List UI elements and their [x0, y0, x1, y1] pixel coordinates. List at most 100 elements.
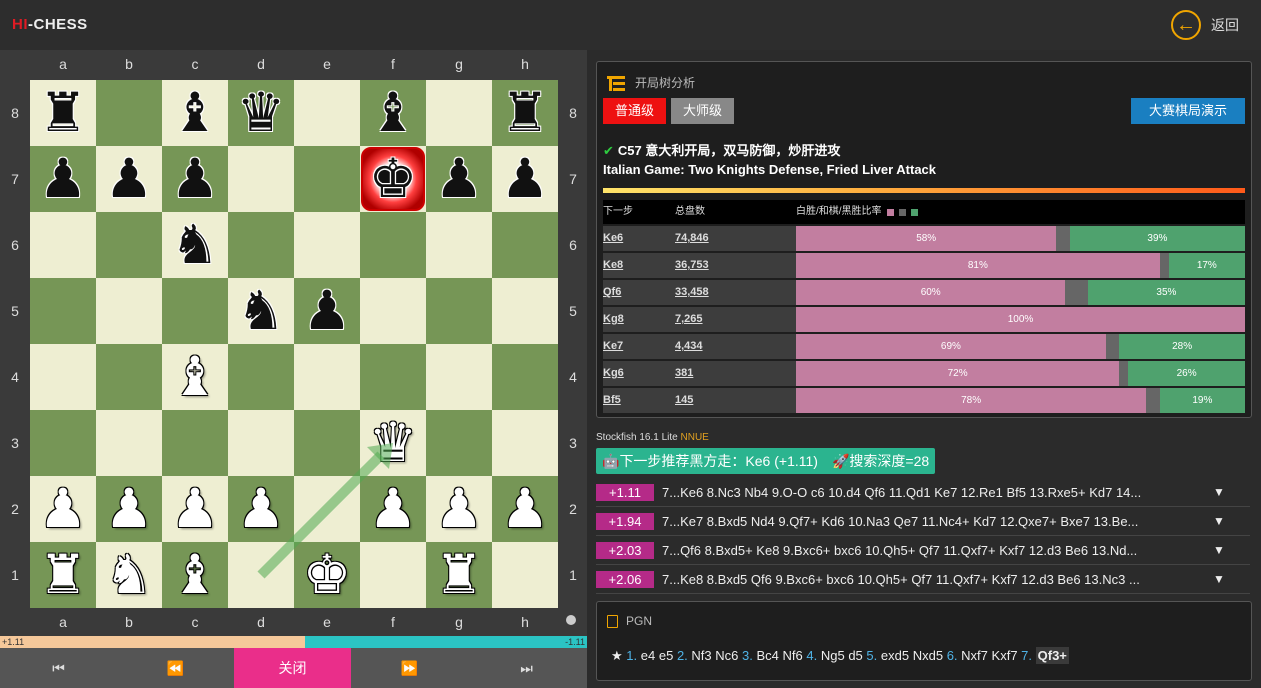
black-rook-icon[interactable]: ♜ — [39, 86, 87, 140]
black-queen-icon[interactable]: ♛ — [237, 86, 285, 140]
black-pawn-icon[interactable]: ♟ — [303, 284, 351, 338]
white-pawn-icon[interactable]: ♟ — [39, 482, 87, 536]
pgn-move[interactable]: Ng5 — [821, 648, 845, 663]
move-link[interactable]: Bf5 — [603, 388, 675, 413]
square-e4[interactable] — [294, 344, 360, 410]
pgn-move[interactable]: Nf3 — [691, 648, 711, 663]
white-bishop-icon[interactable]: ♝ — [171, 548, 219, 602]
square-c8[interactable]: ♝ — [162, 80, 228, 146]
square-e2[interactable] — [294, 476, 360, 542]
white-rook-icon[interactable]: ♜ — [435, 548, 483, 602]
white-pawn-icon[interactable]: ♟ — [105, 482, 153, 536]
pgn-move[interactable]: e5 — [659, 648, 673, 663]
square-g2[interactable]: ♟ — [426, 476, 492, 542]
pgn-move[interactable]: Nc6 — [715, 648, 738, 663]
square-g3[interactable] — [426, 410, 492, 476]
square-g8[interactable] — [426, 80, 492, 146]
move-link[interactable]: Ke8 — [603, 253, 675, 278]
games-count-link[interactable]: 145 — [675, 388, 796, 413]
square-f7[interactable]: ♚ — [360, 146, 426, 212]
square-a8[interactable]: ♜ — [30, 80, 96, 146]
engine-line[interactable]: +2.06 7...Ke8 8.Bxd5 Qf6 9.Bxc6+ bxc6 10.… — [596, 565, 1250, 594]
black-king-icon[interactable]: ♚ — [369, 152, 417, 206]
move-link[interactable]: Ke7 — [603, 334, 675, 359]
games-count-link[interactable]: 74,846 — [675, 226, 796, 251]
black-pawn-icon[interactable]: ♟ — [105, 152, 153, 206]
square-c2[interactable]: ♟ — [162, 476, 228, 542]
white-queen-icon[interactable]: ♛ — [369, 416, 417, 470]
white-king-icon[interactable]: ♚ — [303, 548, 351, 602]
square-b7[interactable]: ♟ — [96, 146, 162, 212]
first-move-button[interactable]: ⏮ — [0, 648, 117, 688]
table-row[interactable]: Qf6 33,458 60% 35% — [603, 280, 1245, 305]
black-pawn-icon[interactable]: ♟ — [171, 152, 219, 206]
tournament-demo-button[interactable]: 大赛棋局演示 — [1130, 98, 1245, 124]
square-e8[interactable] — [294, 80, 360, 146]
square-g6[interactable] — [426, 212, 492, 278]
close-button[interactable]: 关闭 — [234, 648, 351, 688]
white-rook-icon[interactable]: ♜ — [39, 548, 87, 602]
square-d1[interactable] — [228, 542, 294, 608]
square-e1[interactable]: ♚ — [294, 542, 360, 608]
square-h7[interactable]: ♟ — [492, 146, 558, 212]
square-g1[interactable]: ♜ — [426, 542, 492, 608]
white-pawn-icon[interactable]: ♟ — [501, 482, 549, 536]
white-pawn-icon[interactable]: ♟ — [171, 482, 219, 536]
white-pawn-icon[interactable]: ♟ — [237, 482, 285, 536]
move-link[interactable]: Qf6 — [603, 280, 675, 305]
black-rook-icon[interactable]: ♜ — [501, 86, 549, 140]
square-d8[interactable]: ♛ — [228, 80, 294, 146]
black-knight-icon[interactable]: ♞ — [171, 218, 219, 272]
square-a1[interactable]: ♜ — [30, 542, 96, 608]
square-d4[interactable] — [228, 344, 294, 410]
engine-line[interactable]: +1.94 7...Ke7 8.Bxd5 Nd4 9.Qf7+ Kd6 10.Na… — [596, 507, 1250, 536]
square-d7[interactable] — [228, 146, 294, 212]
games-count-link[interactable]: 33,458 — [675, 280, 796, 305]
next-move-button[interactable]: ⏩ — [351, 648, 468, 688]
table-row[interactable]: Bf5 145 78% 19% — [603, 388, 1245, 413]
black-pawn-icon[interactable]: ♟ — [501, 152, 549, 206]
square-h6[interactable] — [492, 212, 558, 278]
line-variation[interactable]: 7...Ke6 8.Nc3 Nb4 9.O-O c6 10.d4 Qf6 11.… — [662, 485, 1207, 500]
games-count-link[interactable]: 7,265 — [675, 307, 796, 332]
line-variation[interactable]: 7...Ke7 8.Bxd5 Nd4 9.Qf7+ Kd6 10.Na3 Qe7… — [662, 514, 1207, 529]
square-h3[interactable] — [492, 410, 558, 476]
square-c1[interactable]: ♝ — [162, 542, 228, 608]
games-count-link[interactable]: 4,434 — [675, 334, 796, 359]
square-e5[interactable]: ♟ — [294, 278, 360, 344]
square-a4[interactable] — [30, 344, 96, 410]
square-d6[interactable] — [228, 212, 294, 278]
engine-line[interactable]: +1.11 7...Ke6 8.Nc3 Nb4 9.O-O c6 10.d4 Qf… — [596, 478, 1250, 507]
square-f2[interactable]: ♟ — [360, 476, 426, 542]
square-f4[interactable] — [360, 344, 426, 410]
square-h4[interactable] — [492, 344, 558, 410]
table-row[interactable]: Kg6 381 72% 26% — [603, 361, 1245, 386]
pgn-move[interactable]: Nxf7 — [961, 648, 988, 663]
square-f3[interactable]: ♛ — [360, 410, 426, 476]
black-bishop-icon[interactable]: ♝ — [369, 86, 417, 140]
square-a6[interactable] — [30, 212, 96, 278]
square-b3[interactable] — [96, 410, 162, 476]
games-count-link[interactable]: 381 — [675, 361, 796, 386]
white-bishop-icon[interactable]: ♝ — [171, 350, 219, 404]
black-bishop-icon[interactable]: ♝ — [171, 86, 219, 140]
square-e7[interactable] — [294, 146, 360, 212]
square-c5[interactable] — [162, 278, 228, 344]
pgn-move[interactable]: d5 — [848, 648, 862, 663]
white-pawn-icon[interactable]: ♟ — [435, 482, 483, 536]
table-row[interactable]: Kg8 7,265 100% — [603, 307, 1245, 332]
square-h1[interactable] — [492, 542, 558, 608]
app-logo[interactable]: HI-CHESS — [12, 16, 88, 33]
move-link[interactable]: Ke6 — [603, 226, 675, 251]
level-master-button[interactable]: 大师级 — [671, 98, 735, 124]
expand-icon[interactable]: ▼ — [1213, 543, 1225, 557]
back-button[interactable]: ← 返回 — [1171, 10, 1239, 40]
line-variation[interactable]: 7...Ke8 8.Bxd5 Qf6 9.Bxc6+ bxc6 10.Qh5+ … — [662, 572, 1207, 587]
table-row[interactable]: Ke6 74,846 58% 39% — [603, 226, 1245, 251]
square-h2[interactable]: ♟ — [492, 476, 558, 542]
square-f5[interactable] — [360, 278, 426, 344]
square-b2[interactable]: ♟ — [96, 476, 162, 542]
expand-icon[interactable]: ▼ — [1213, 514, 1225, 528]
table-row[interactable]: Ke7 4,434 69% 28% — [603, 334, 1245, 359]
square-f8[interactable]: ♝ — [360, 80, 426, 146]
